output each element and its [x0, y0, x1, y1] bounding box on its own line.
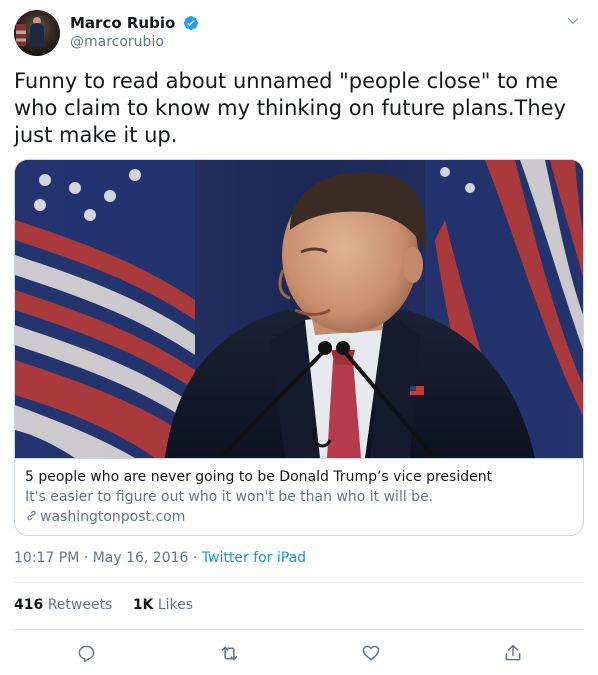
meta-separator: ·	[188, 550, 202, 566]
divider	[14, 582, 584, 583]
tweet-source[interactable]: Twitter for iPad	[202, 550, 306, 566]
user-handle[interactable]: @marcorubio	[70, 33, 199, 52]
reply-icon	[78, 645, 94, 662]
share-button[interactable]	[500, 640, 526, 666]
link-card[interactable]: 5 people who are never going to be Donal…	[14, 159, 584, 536]
retweet-button[interactable]	[216, 640, 242, 666]
retweets-count: 416	[14, 597, 44, 613]
like-button[interactable]	[358, 640, 384, 666]
card-description: It's easier to figure out who it won't b…	[25, 489, 434, 505]
card-title[interactable]: 5 people who are never going to be Donal…	[25, 467, 575, 487]
avatar[interactable]	[14, 10, 60, 56]
display-name[interactable]: Marco Rubio	[70, 13, 175, 33]
tweet-actions	[14, 640, 584, 666]
verified-badge-icon	[184, 15, 199, 30]
user-name-block[interactable]: Marco Rubio @marcorubio	[70, 12, 199, 52]
tweet-date[interactable]: May 16, 2016	[93, 550, 189, 566]
tweet-text: Funny to read about unnamed "people clos…	[14, 69, 566, 147]
retweets-label: Retweets	[47, 597, 113, 613]
likes-count: 1K	[132, 597, 154, 613]
tweet-stats: 416 Retweets 1K Likes	[14, 595, 209, 615]
tweet-header: Marco Rubio @marcorubio	[14, 10, 584, 58]
tweet-time[interactable]: 10:17 PM	[14, 550, 79, 566]
card-image[interactable]	[15, 160, 583, 458]
retweets-stat[interactable]: 416 Retweets	[14, 595, 112, 615]
meta-separator: ·	[79, 550, 93, 566]
retweet-icon	[221, 646, 237, 660]
link-icon	[27, 510, 36, 521]
reply-button[interactable]	[73, 640, 99, 666]
card-photo	[15, 160, 583, 458]
tweet-meta: 10:17 PM · May 16, 2016 · Twitter for iP…	[14, 548, 306, 568]
likes-label: Likes	[157, 597, 194, 613]
card-body[interactable]: 5 people who are never going to be Donal…	[15, 458, 583, 535]
share-icon	[505, 644, 521, 661]
card-domain[interactable]: washingtonpost.com	[25, 507, 575, 527]
divider	[14, 629, 584, 630]
like-icon	[362, 645, 380, 661]
likes-stat[interactable]: 1K Likes	[133, 595, 193, 615]
card-domain-text: washingtonpost.com	[40, 509, 186, 525]
chevron-down-icon[interactable]	[566, 14, 580, 28]
